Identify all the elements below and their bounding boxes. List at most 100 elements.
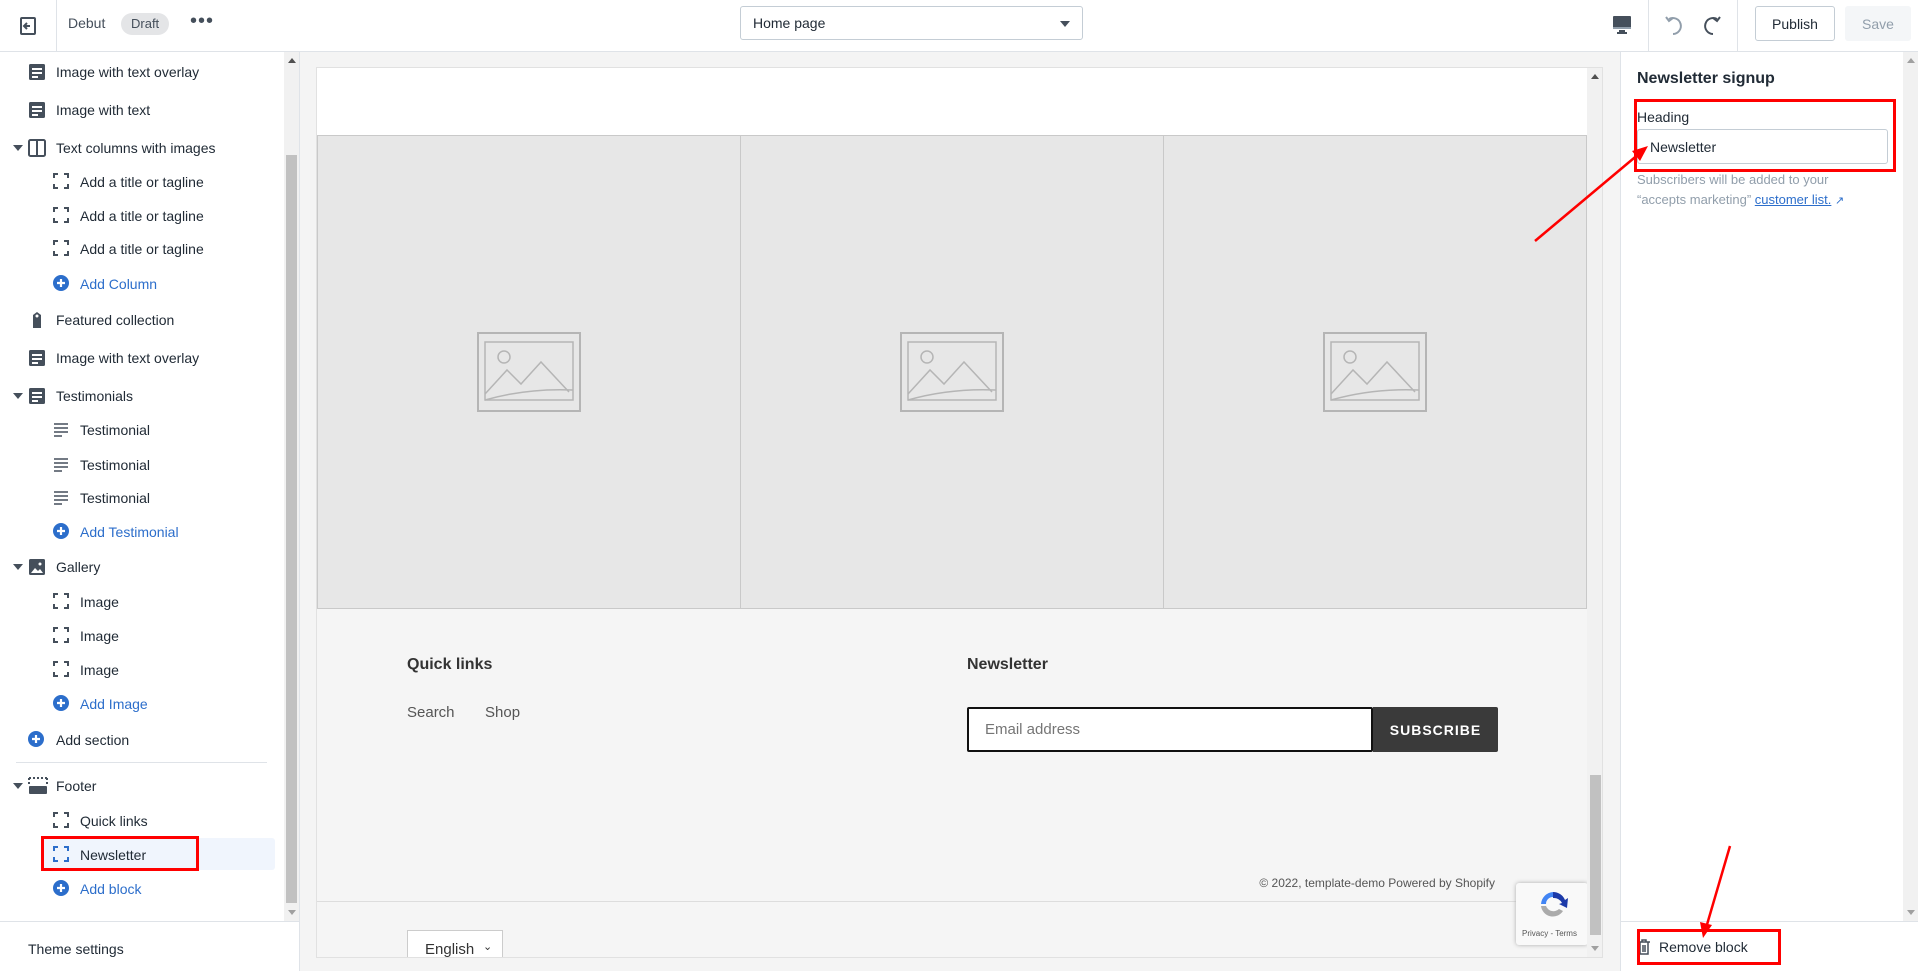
save-button[interactable]: Save [1845,6,1911,41]
undo-icon [1665,16,1682,35]
exit-button[interactable] [16,14,40,38]
undo-button[interactable] [1664,13,1686,37]
sidebar-section-item[interactable]: Image with text overlay [0,343,280,373]
sidebar-add-item[interactable]: Add Image [0,689,280,719]
customer-list-link[interactable]: customer list. [1755,192,1832,207]
sidebar-block-item[interactable]: Image [0,587,280,617]
sidebar-section-item[interactable]: Image with text [0,95,280,125]
status-badge: Draft [121,13,170,35]
block-icon [53,240,69,256]
text-icon [53,421,69,437]
sidebar-item-label: Image [80,628,119,644]
language-select[interactable]: English ⌄ [407,930,503,957]
store-footer: Quick links Search Shop Newsletter SUBSC… [317,609,1587,957]
desktop-view-button[interactable] [1612,14,1632,36]
sidebar-add-item[interactable]: Add block [0,874,280,904]
sidebar-item-label: Add a title or tagline [80,241,204,257]
image-placeholder [740,135,1164,609]
chevron-down-icon: ⌄ [483,941,493,953]
text-icon [53,489,69,505]
sidebar-item-label: Add Testimonial [80,524,179,540]
sidebar-block-item[interactable]: Testimonial [0,415,280,445]
sidebar-item-label: Text columns with images [56,140,216,156]
help-text: Subscribers will be added to your “accep… [1637,172,1845,207]
caret-down-icon[interactable] [13,783,23,789]
footer-link-search[interactable]: Search [407,704,455,721]
columns-icon [28,139,46,157]
footer-icon [28,777,48,795]
external-link-icon: ↗ [1834,195,1845,207]
desktop-icon [1613,16,1631,34]
plus-circle-icon [53,275,69,291]
sidebar-item-label: Add block [80,881,142,897]
sidebar-block-item[interactable]: Add a title or tagline [0,167,280,197]
sidebar-item-label: Add Image [80,696,148,712]
theme-settings-link[interactable]: Theme settings [28,941,124,957]
caret-down-icon[interactable] [13,564,23,570]
publish-button[interactable]: Publish [1755,6,1835,41]
annotation-box-remove-block [1637,929,1781,965]
sidebar-add-item[interactable]: Add Testimonial [0,517,280,547]
section-icon [28,63,46,81]
caret-down-icon[interactable] [13,393,23,399]
footer-link-shop[interactable]: Shop [485,704,520,721]
annotation-box-newsletter-block [41,836,199,871]
sidebar-add-item[interactable]: Add Column [0,269,280,299]
sidebar-item-label: Footer [56,778,97,794]
sidebar-block-item[interactable]: Testimonial [0,450,280,480]
sidebar-block-item[interactable]: Image [0,621,280,651]
sections-sidebar: Image with text overlay Image with text Te… [0,52,300,971]
section-icon [28,387,46,405]
recaptcha-text[interactable]: Privacy - Terms [1522,929,1577,938]
more-actions-button[interactable]: ••• [190,10,214,33]
annotation-box-heading [1634,99,1896,172]
sidebar-section-item[interactable]: Footer [0,771,280,801]
sidebar-block-item[interactable]: Image [0,655,280,685]
plus-circle-icon [28,731,46,749]
sidebar-section-item[interactable]: Gallery [0,552,280,582]
copyright-text: © 2022, template-demo Powered by Shopify [1259,876,1495,890]
panel-scrollbar[interactable] [1903,52,1918,921]
sidebar-section-item[interactable]: Featured collection [0,305,280,335]
sidebar-block-item[interactable]: Add a title or tagline [0,201,280,231]
sidebar-block-item[interactable]: Quick links [0,806,280,836]
sidebar-item-label: Image with text overlay [56,64,200,80]
sidebar-block-item[interactable]: Add a title or tagline [0,234,280,264]
page-select[interactable]: Home page [740,6,1083,40]
sidebar-section-item[interactable]: Image with text overlay [0,57,280,87]
sidebar-item-label: Featured collection [56,312,175,328]
preview-scrollbar[interactable] [1587,68,1602,957]
text-icon [53,456,69,472]
sidebar-item-label: Quick links [80,813,148,829]
settings-title: Newsletter signup [1637,70,1775,87]
settings-panel: Newsletter signup Heading Subscribers wi… [1620,52,1918,971]
block-icon [53,593,69,609]
recaptcha-badge: Privacy - Terms [1516,883,1588,945]
plus-circle-icon [53,523,69,539]
sidebar-item-label: Add Column [80,276,158,292]
subscribe-button[interactable]: SUBSCRIBE [1373,707,1498,752]
sidebar-add-item[interactable]: Add section [0,725,280,755]
image-placeholder-icon [477,332,581,412]
sidebar-item-label: Image with text overlay [56,350,200,366]
sidebar-item-label: Add a title or tagline [80,208,204,224]
redo-button[interactable] [1700,13,1722,37]
sidebar-item-label: Add a title or tagline [80,174,204,190]
top-bar: Debut Draft ••• Home page Publish Save [0,0,1918,52]
email-input[interactable] [967,707,1373,752]
sidebar-block-item[interactable]: Testimonial [0,483,280,513]
page-select-value: Home page [753,15,826,31]
caret-down-icon[interactable] [13,145,23,151]
sidebar-item-label: Testimonials [56,388,134,404]
recaptcha-icon [1541,892,1568,917]
sidebar-section-item[interactable]: Testimonials [0,381,280,411]
sidebar-scrollbar[interactable] [284,52,299,921]
store-preview-frame: Quick links Search Shop Newsletter SUBSC… [316,67,1603,958]
sidebar-item-label: Gallery [56,559,101,575]
sidebar-section-item[interactable]: Text columns with images [0,133,280,163]
block-icon [53,812,69,828]
image-placeholder [317,135,741,609]
sidebar-item-label: Image with text [56,102,151,118]
block-icon [53,207,69,223]
image-icon [28,558,46,576]
